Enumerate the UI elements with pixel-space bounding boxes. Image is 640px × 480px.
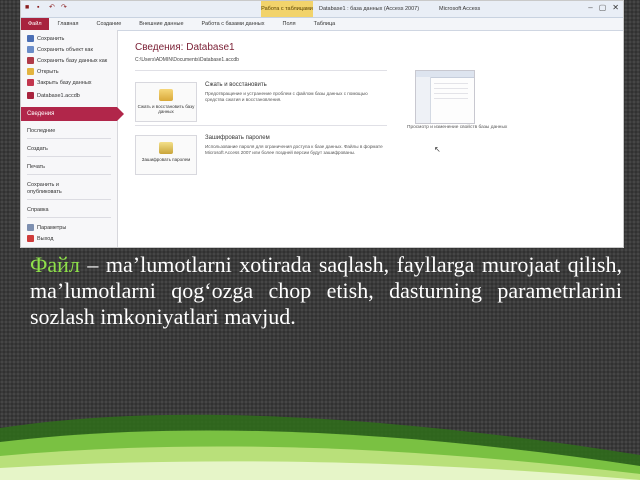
close-db-icon <box>27 79 34 86</box>
cmd-label: Сохранить базу данных как <box>37 57 108 64</box>
options-icon <box>27 224 34 231</box>
nav-help[interactable]: Справка <box>21 200 117 214</box>
title-bar: ■ ▪ ↶ ↷ Работа с таблицами Database1 : б… <box>21 1 623 18</box>
cmd-options[interactable]: Параметры <box>21 222 117 233</box>
tab-table[interactable]: Таблица <box>305 18 345 30</box>
compact-button-label: Сжать и восстановить базу данных <box>137 104 195 114</box>
open-folder-icon <box>27 68 34 75</box>
backstage-view: Сохранить Сохранить объект как Сохранить… <box>21 30 623 247</box>
mouse-cursor-icon: ↖ <box>434 145 441 154</box>
redo-icon[interactable]: ↷ <box>61 4 69 12</box>
cmd-save-object-as[interactable]: Сохранить объект как <box>21 44 117 55</box>
database-icon <box>27 92 34 99</box>
page-title: Сведения: Database1 <box>135 42 235 53</box>
tab-create[interactable]: Создание <box>87 18 130 30</box>
maximize-icon[interactable]: ▢ <box>599 3 607 13</box>
green-swoosh-decoration <box>0 414 640 480</box>
nav-new[interactable]: Создать <box>21 139 117 153</box>
cmd-save-db-as[interactable]: Сохранить базу данных как <box>21 55 117 66</box>
slide-caption: Файл – ma’lumotlarni xotirada saqlash, f… <box>30 252 622 330</box>
access-screenshot: ■ ▪ ↶ ↷ Работа с таблицами Database1 : б… <box>20 0 624 248</box>
divider <box>135 70 387 71</box>
db-preview-thumbnail[interactable] <box>415 70 475 124</box>
backstage-nav: Сохранить Сохранить объект как Сохранить… <box>21 30 124 247</box>
tab-fields[interactable]: Поля <box>274 18 305 30</box>
encrypt-title: Зашифровать паролем <box>205 135 270 141</box>
lock-icon <box>159 142 173 154</box>
tab-home[interactable]: Главная <box>49 18 88 30</box>
cmd-label: Параметры <box>37 224 67 231</box>
save-icon <box>27 35 34 42</box>
contextual-tab: Работа с таблицами <box>261 1 313 17</box>
window-title: Database1 : база данных (Access 2007) <box>319 6 420 12</box>
app-name: Microsoft Access <box>439 6 481 12</box>
compact-description: Предотвращение и устранение проблем с фа… <box>205 91 368 102</box>
recent-db-item[interactable]: Database1.accdb <box>21 90 117 101</box>
caption-highlight: Файл <box>30 252 80 277</box>
tab-external-data[interactable]: Внешние данные <box>130 18 192 30</box>
minimize-icon[interactable]: – <box>588 3 592 13</box>
preview-line <box>434 83 468 84</box>
info-panel: Сведения: Database1 C:\Users\ADMIN\Docum… <box>125 30 623 247</box>
divider <box>135 125 387 126</box>
compact-db-icon <box>159 89 173 101</box>
nav-save-publish[interactable]: Сохранить и опубликовать <box>21 175 87 196</box>
preview-line <box>434 88 468 89</box>
nav-recent[interactable]: Последние <box>21 121 117 135</box>
cmd-open[interactable]: Открыть <box>21 66 117 77</box>
cmd-label: Открыть <box>37 68 59 75</box>
cmd-label: Сохранить объект как <box>37 46 93 53</box>
encrypt-description: Использование пароля для ограничения дос… <box>205 144 383 155</box>
tab-database-tools[interactable]: Работа с базами данных <box>193 18 274 30</box>
cmd-label: Закрыть базу данных <box>37 79 92 86</box>
divider <box>27 217 111 218</box>
compact-title: Сжать и восстановить <box>205 82 267 88</box>
close-icon[interactable]: ✕ <box>612 3 619 13</box>
access-logo-icon: ■ <box>25 4 30 11</box>
save-icon[interactable]: ▪ <box>37 4 45 12</box>
preview-line <box>434 98 468 99</box>
caption-text: – ma’lumotlarni xotirada saqlash, faylla… <box>30 252 622 329</box>
encrypt-password-button[interactable]: Зашифровать паролем <box>135 135 197 175</box>
quick-access-toolbar: ■ ▪ ↶ ↷ <box>25 4 69 12</box>
encrypt-button-label: Зашифровать паролем <box>141 157 191 162</box>
cmd-exit[interactable]: Выход <box>21 233 117 244</box>
cmd-label: Сохранить <box>37 35 65 42</box>
undo-icon[interactable]: ↶ <box>49 4 57 12</box>
nav-info-selected[interactable]: Сведения <box>21 107 124 121</box>
file-path: C:\Users\ADMIN\Documents\Database1.accdb <box>135 57 239 63</box>
window-controls: – ▢ ✕ <box>588 3 619 13</box>
cmd-close-db[interactable]: Закрыть базу данных <box>21 77 117 88</box>
exit-icon <box>27 235 34 242</box>
tab-file[interactable]: Файл <box>21 18 49 30</box>
nav-print[interactable]: Печать <box>21 157 117 171</box>
preview-caption-link[interactable]: Просмотр и изменение свойств базы данных <box>407 125 507 130</box>
save-object-icon <box>27 46 34 53</box>
preview-nav-pane <box>416 77 431 123</box>
recent-db-label: Database1.accdb <box>37 92 80 99</box>
cmd-save[interactable]: Сохранить <box>21 33 117 44</box>
preview-line <box>434 93 468 94</box>
cmd-label: Выход <box>37 235 54 242</box>
compact-repair-button[interactable]: Сжать и восстановить базу данных <box>135 82 197 122</box>
save-db-icon <box>27 57 34 64</box>
